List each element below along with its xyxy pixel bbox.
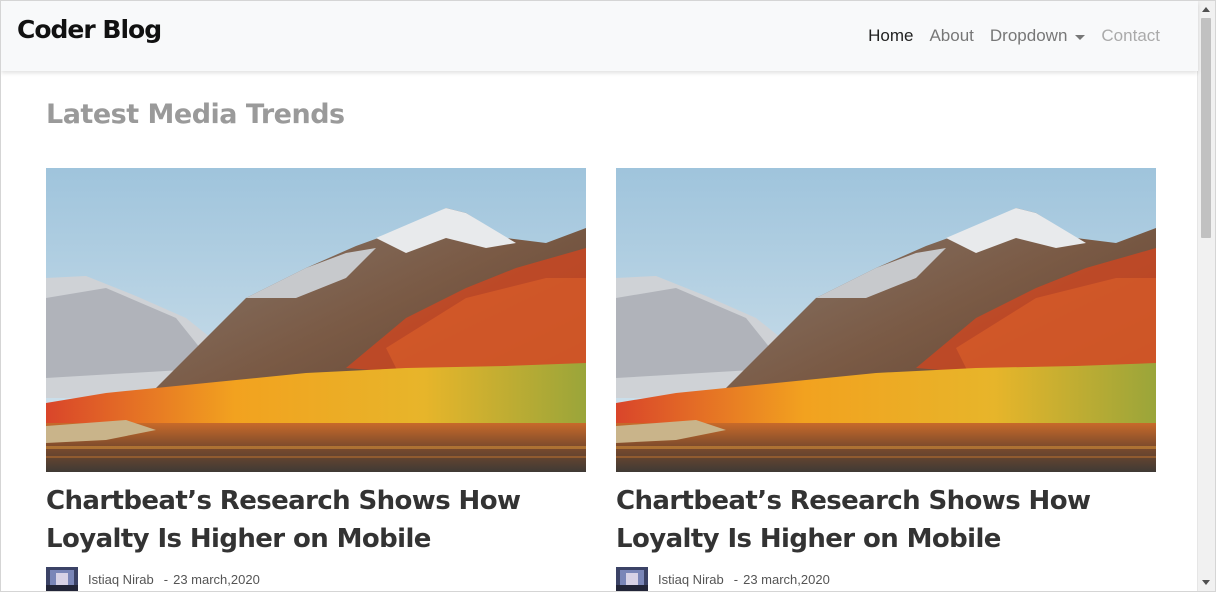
post-author[interactable]: Istiaq Nirab: [88, 572, 154, 587]
post-date: 23 march,2020: [743, 571, 830, 587]
post-thumbnail-image[interactable]: [616, 168, 1156, 472]
meta-separator: -: [733, 571, 739, 587]
post-meta: Istiaq Nirab - 23 march,2020: [616, 567, 1156, 591]
author-avatar: [616, 567, 648, 591]
post-card: Chartbeat’s Research Shows How Loyalty I…: [616, 168, 1156, 591]
post-thumbnail-image[interactable]: [46, 168, 586, 472]
brand-logo[interactable]: Coder Blog: [17, 15, 162, 44]
nav-dropdown-label: Dropdown: [989, 26, 1068, 45]
nav-about-label: About: [929, 26, 974, 45]
post-title-link[interactable]: Chartbeat’s Research Shows How Loyalty I…: [46, 482, 586, 558]
scrollbar-thumb[interactable]: [1201, 18, 1211, 238]
post-title-link[interactable]: Chartbeat’s Research Shows How Loyalty I…: [616, 482, 1156, 558]
nav-home-label: Home: [868, 26, 914, 45]
nav-contact-label: Contact: [1101, 26, 1160, 45]
caret-down-icon: [1075, 34, 1086, 40]
browser-viewport: Coder Blog Home About Dropdown Contact L…: [0, 0, 1216, 592]
vertical-scrollbar[interactable]: [1197, 1, 1215, 591]
nav-home-link[interactable]: Home: [868, 26, 913, 46]
nav-about-link[interactable]: About: [929, 26, 973, 46]
top-navbar: Coder Blog Home About Dropdown Contact: [1, 1, 1198, 71]
author-avatar: [46, 567, 78, 591]
scroll-down-arrow-icon[interactable]: [1202, 580, 1210, 585]
nav-dropdown-toggle[interactable]: Dropdown: [990, 26, 1086, 46]
post-card: Chartbeat’s Research Shows How Loyalty I…: [46, 168, 586, 591]
post-author[interactable]: Istiaq Nirab: [658, 572, 724, 587]
post-date: 23 march,2020: [173, 571, 260, 587]
meta-separator: -: [163, 571, 169, 587]
scroll-up-arrow-icon[interactable]: [1202, 7, 1210, 12]
post-meta: Istiaq Nirab - 23 march,2020: [46, 567, 586, 591]
nav-contact-link: Contact: [1101, 26, 1160, 46]
section-title: Latest Media Trends: [46, 99, 345, 130]
nav-menu: Home About Dropdown Contact: [852, 26, 1160, 46]
